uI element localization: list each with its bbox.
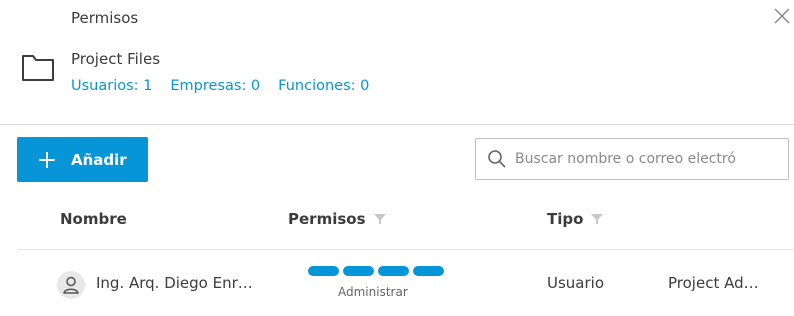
permission-label: Administrar [338,285,408,299]
permission-level-bar [308,266,339,276]
add-button-label: Añadir [71,150,127,169]
user-icon [63,276,79,294]
user-role: Project Ad… [668,274,759,292]
close-button[interactable] [770,4,794,28]
column-header-label: Permisos [288,210,366,228]
users-count-link[interactable]: Usuarios: 1 [71,78,152,94]
permission-level-bars[interactable] [308,266,444,276]
folder-name: Project Files [71,50,161,68]
column-header-label: Nombre [60,210,127,228]
search-box[interactable] [475,138,789,180]
permission-counts: Usuarios: 1 Empresas: 0 Funciones: 0 [71,78,369,94]
table-row-divider [17,249,794,250]
plus-icon [39,151,55,168]
column-header-label: Tipo [547,210,584,228]
column-header-type[interactable]: Tipo [547,210,604,228]
add-button[interactable]: Añadir [17,137,148,182]
companies-count-link[interactable]: Empresas: 0 [170,78,260,94]
column-header-permissions[interactable]: Permisos [288,210,386,228]
column-header-name[interactable]: Nombre [60,210,127,228]
permission-level-bar [378,266,409,276]
folder-icon [22,55,54,81]
search-icon [488,150,506,168]
permission-level-bar [413,266,444,276]
close-icon [774,8,790,24]
avatar [57,271,85,299]
filter-icon[interactable] [373,213,386,225]
dialog-title: Permisos [71,9,139,27]
user-type: Usuario [547,274,605,292]
roles-count-link[interactable]: Funciones: 0 [278,78,369,94]
search-input[interactable] [515,151,770,167]
user-name[interactable]: Ing. Arq. Diego Enr… [96,274,253,292]
filter-icon[interactable] [591,213,604,225]
permission-level-bar [343,266,374,276]
header-divider [0,124,794,125]
